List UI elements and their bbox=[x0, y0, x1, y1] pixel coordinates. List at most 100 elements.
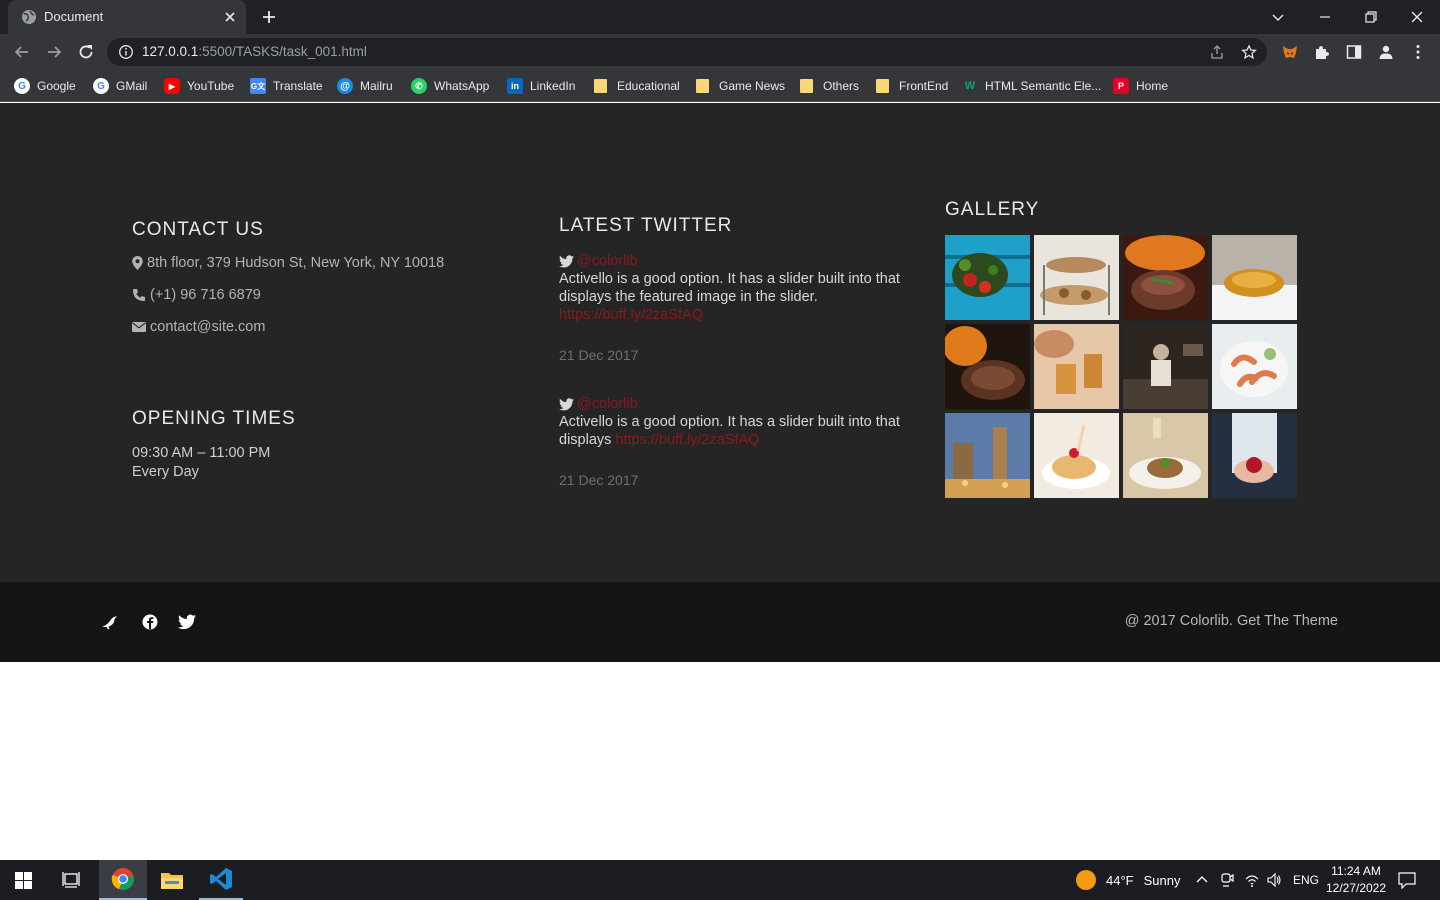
tweet-handle-link[interactable]: @colorlib bbox=[577, 395, 638, 413]
gallery-image-dessert[interactable] bbox=[1034, 413, 1119, 498]
back-icon[interactable] bbox=[12, 42, 32, 62]
minimize-icon[interactable] bbox=[1314, 6, 1336, 28]
globe-icon bbox=[22, 10, 36, 24]
bookmark-folder-educational[interactable]: Educational bbox=[592, 76, 680, 96]
phone-text: (+1) 96 716 6879 bbox=[150, 287, 261, 303]
info-icon[interactable] bbox=[118, 44, 134, 60]
metamask-icon[interactable] bbox=[1281, 43, 1299, 61]
contact-heading: CONTACT US bbox=[132, 219, 264, 240]
opening-hours-block: 09:30 AM – 11:00 PM Every Day bbox=[132, 444, 270, 482]
browser-toolbar: 127.0.0.1:5500/TASKS/task_001.html bbox=[0, 34, 1440, 70]
address-text: 8th floor, 379 Hudson St, New York, NY 1… bbox=[147, 255, 445, 271]
facebook-icon[interactable] bbox=[141, 613, 159, 631]
browser-tab-strip: Document bbox=[0, 0, 1440, 34]
bookmark-html-semantic[interactable]: W HTML Semantic Ele... bbox=[962, 76, 1101, 96]
reload-icon[interactable] bbox=[76, 42, 96, 62]
side-panel-icon[interactable] bbox=[1345, 43, 1363, 61]
translate-icon: G文 bbox=[250, 78, 266, 94]
gallery-image-vegetables[interactable] bbox=[945, 235, 1030, 320]
bookmark-star-icon[interactable] bbox=[1241, 44, 1257, 60]
gallery-image-steak[interactable] bbox=[1123, 235, 1208, 320]
bookmark-label: Google bbox=[37, 79, 76, 93]
chevron-down-icon[interactable] bbox=[1267, 6, 1289, 28]
bookmark-youtube[interactable]: ▶ YouTube bbox=[164, 76, 234, 96]
task-view-icon bbox=[62, 872, 80, 888]
taskbar-vscode[interactable] bbox=[199, 860, 243, 900]
bookmark-mailru[interactable]: @ Mailru bbox=[337, 76, 393, 96]
gallery-image-shrimp[interactable] bbox=[1212, 324, 1297, 409]
gallery-image-plate[interactable] bbox=[1123, 413, 1208, 498]
folder-icon bbox=[594, 79, 607, 93]
page-viewport: CONTACT US 8th floor, 379 Hudson St, New… bbox=[0, 103, 1440, 860]
gallery-image-kitchen[interactable] bbox=[1123, 324, 1208, 409]
address-bar[interactable]: 127.0.0.1:5500/TASKS/task_001.html bbox=[107, 38, 1267, 66]
bookmark-label: Educational bbox=[617, 79, 680, 93]
bookmark-label: LinkedIn bbox=[530, 79, 576, 93]
bookmark-label: YouTube bbox=[187, 79, 235, 93]
restore-icon[interactable] bbox=[1360, 6, 1382, 28]
chevron-up-icon[interactable] bbox=[1195, 873, 1209, 887]
gallery-image-city[interactable] bbox=[945, 413, 1030, 498]
tweet-link[interactable]: https://buff.ly/2zaSfAQ bbox=[615, 432, 759, 448]
bookmark-folder-frontend[interactable]: FrontEnd bbox=[874, 76, 948, 96]
weather-widget[interactable]: 44°F Sunny bbox=[1076, 860, 1180, 900]
tweet-text-with-link: Activello is a good option. It has a sli… bbox=[559, 413, 919, 449]
menu-kebab-icon[interactable] bbox=[1409, 43, 1427, 61]
gallery-image-whisky[interactable] bbox=[1034, 324, 1119, 409]
bookmark-folder-others[interactable]: Others bbox=[798, 76, 859, 96]
profile-icon[interactable] bbox=[1377, 43, 1395, 61]
close-tab-icon[interactable] bbox=[222, 9, 238, 25]
forward-icon[interactable] bbox=[44, 42, 64, 62]
contact-email[interactable]: contact@site.com bbox=[132, 319, 265, 335]
windows-taskbar: 44°F Sunny ENG 11:24 AM 12/27/2022 bbox=[0, 860, 1440, 900]
bookmark-label: Mailru bbox=[360, 79, 393, 93]
tweet-handle-link[interactable]: @colorlib bbox=[577, 252, 638, 270]
site-footer: CONTACT US 8th floor, 379 Hudson St, New… bbox=[0, 103, 1440, 582]
start-button[interactable] bbox=[0, 860, 46, 900]
folder-icon bbox=[876, 79, 889, 93]
bookmark-folder-game-news[interactable]: Game News bbox=[694, 76, 785, 96]
gallery-image-fish[interactable] bbox=[1212, 235, 1297, 320]
close-window-icon[interactable] bbox=[1406, 6, 1428, 28]
windows-logo-icon bbox=[14, 871, 32, 889]
browser-tab[interactable]: Document bbox=[8, 0, 246, 34]
bookmark-gmail[interactable]: G GMail bbox=[93, 76, 147, 96]
meet-now-icon[interactable] bbox=[1220, 872, 1234, 888]
opening-hours: 09:30 AM – 11:00 PM bbox=[132, 445, 271, 461]
tweet-text: Activello is a good option. It has a sli… bbox=[559, 271, 900, 305]
clock[interactable]: 11:24 AM 12/27/2022 bbox=[1322, 863, 1390, 897]
clock-date: 12/27/2022 bbox=[1325, 881, 1387, 895]
footer-bottom-bar: @ 2017 Colorlib. Get The Theme bbox=[0, 582, 1440, 662]
task-view-button[interactable] bbox=[48, 860, 94, 900]
youtube-icon: ▶ bbox=[164, 78, 180, 94]
language-indicator[interactable]: ENG bbox=[1293, 860, 1319, 900]
new-tab-icon[interactable] bbox=[260, 8, 278, 26]
phone-icon bbox=[133, 289, 145, 301]
twitter-icon[interactable] bbox=[178, 613, 196, 631]
volume-icon[interactable] bbox=[1266, 872, 1282, 888]
taskbar-file-explorer[interactable] bbox=[149, 860, 195, 900]
bookmark-translate[interactable]: G文 Translate bbox=[250, 76, 323, 96]
extensions-icon[interactable] bbox=[1313, 43, 1331, 61]
tweet-link[interactable]: https://buff.ly/2zaSfAQ bbox=[559, 307, 703, 323]
bookmark-whatsapp[interactable]: ✆ WhatsApp bbox=[411, 76, 489, 96]
tweet-item: @colorlib Activello is a good option. It… bbox=[559, 395, 919, 488]
bookmark-google[interactable]: G Google bbox=[14, 76, 76, 96]
folder-icon bbox=[800, 79, 813, 93]
bookmark-linkedin[interactable]: in LinkedIn bbox=[507, 76, 575, 96]
notifications-icon[interactable] bbox=[1398, 872, 1416, 889]
gallery-image-pastries[interactable] bbox=[1034, 235, 1119, 320]
wifi-icon[interactable] bbox=[1244, 872, 1260, 888]
opening-days: Every Day bbox=[132, 464, 199, 480]
gallery-image-hands[interactable] bbox=[1212, 413, 1297, 498]
share-icon[interactable] bbox=[1209, 44, 1225, 60]
tripadvisor-icon[interactable] bbox=[101, 613, 119, 631]
gallery-image-grill[interactable] bbox=[945, 324, 1030, 409]
bookmark-label: Home bbox=[1136, 79, 1169, 93]
taskbar-chrome[interactable] bbox=[99, 860, 147, 900]
bookmark-home[interactable]: P Home bbox=[1113, 76, 1168, 96]
bookmark-label: HTML Semantic Ele... bbox=[985, 79, 1102, 93]
folder-explorer-icon bbox=[161, 873, 183, 889]
bookmark-label: WhatsApp bbox=[434, 79, 490, 93]
bookmark-label: GMail bbox=[116, 79, 148, 93]
